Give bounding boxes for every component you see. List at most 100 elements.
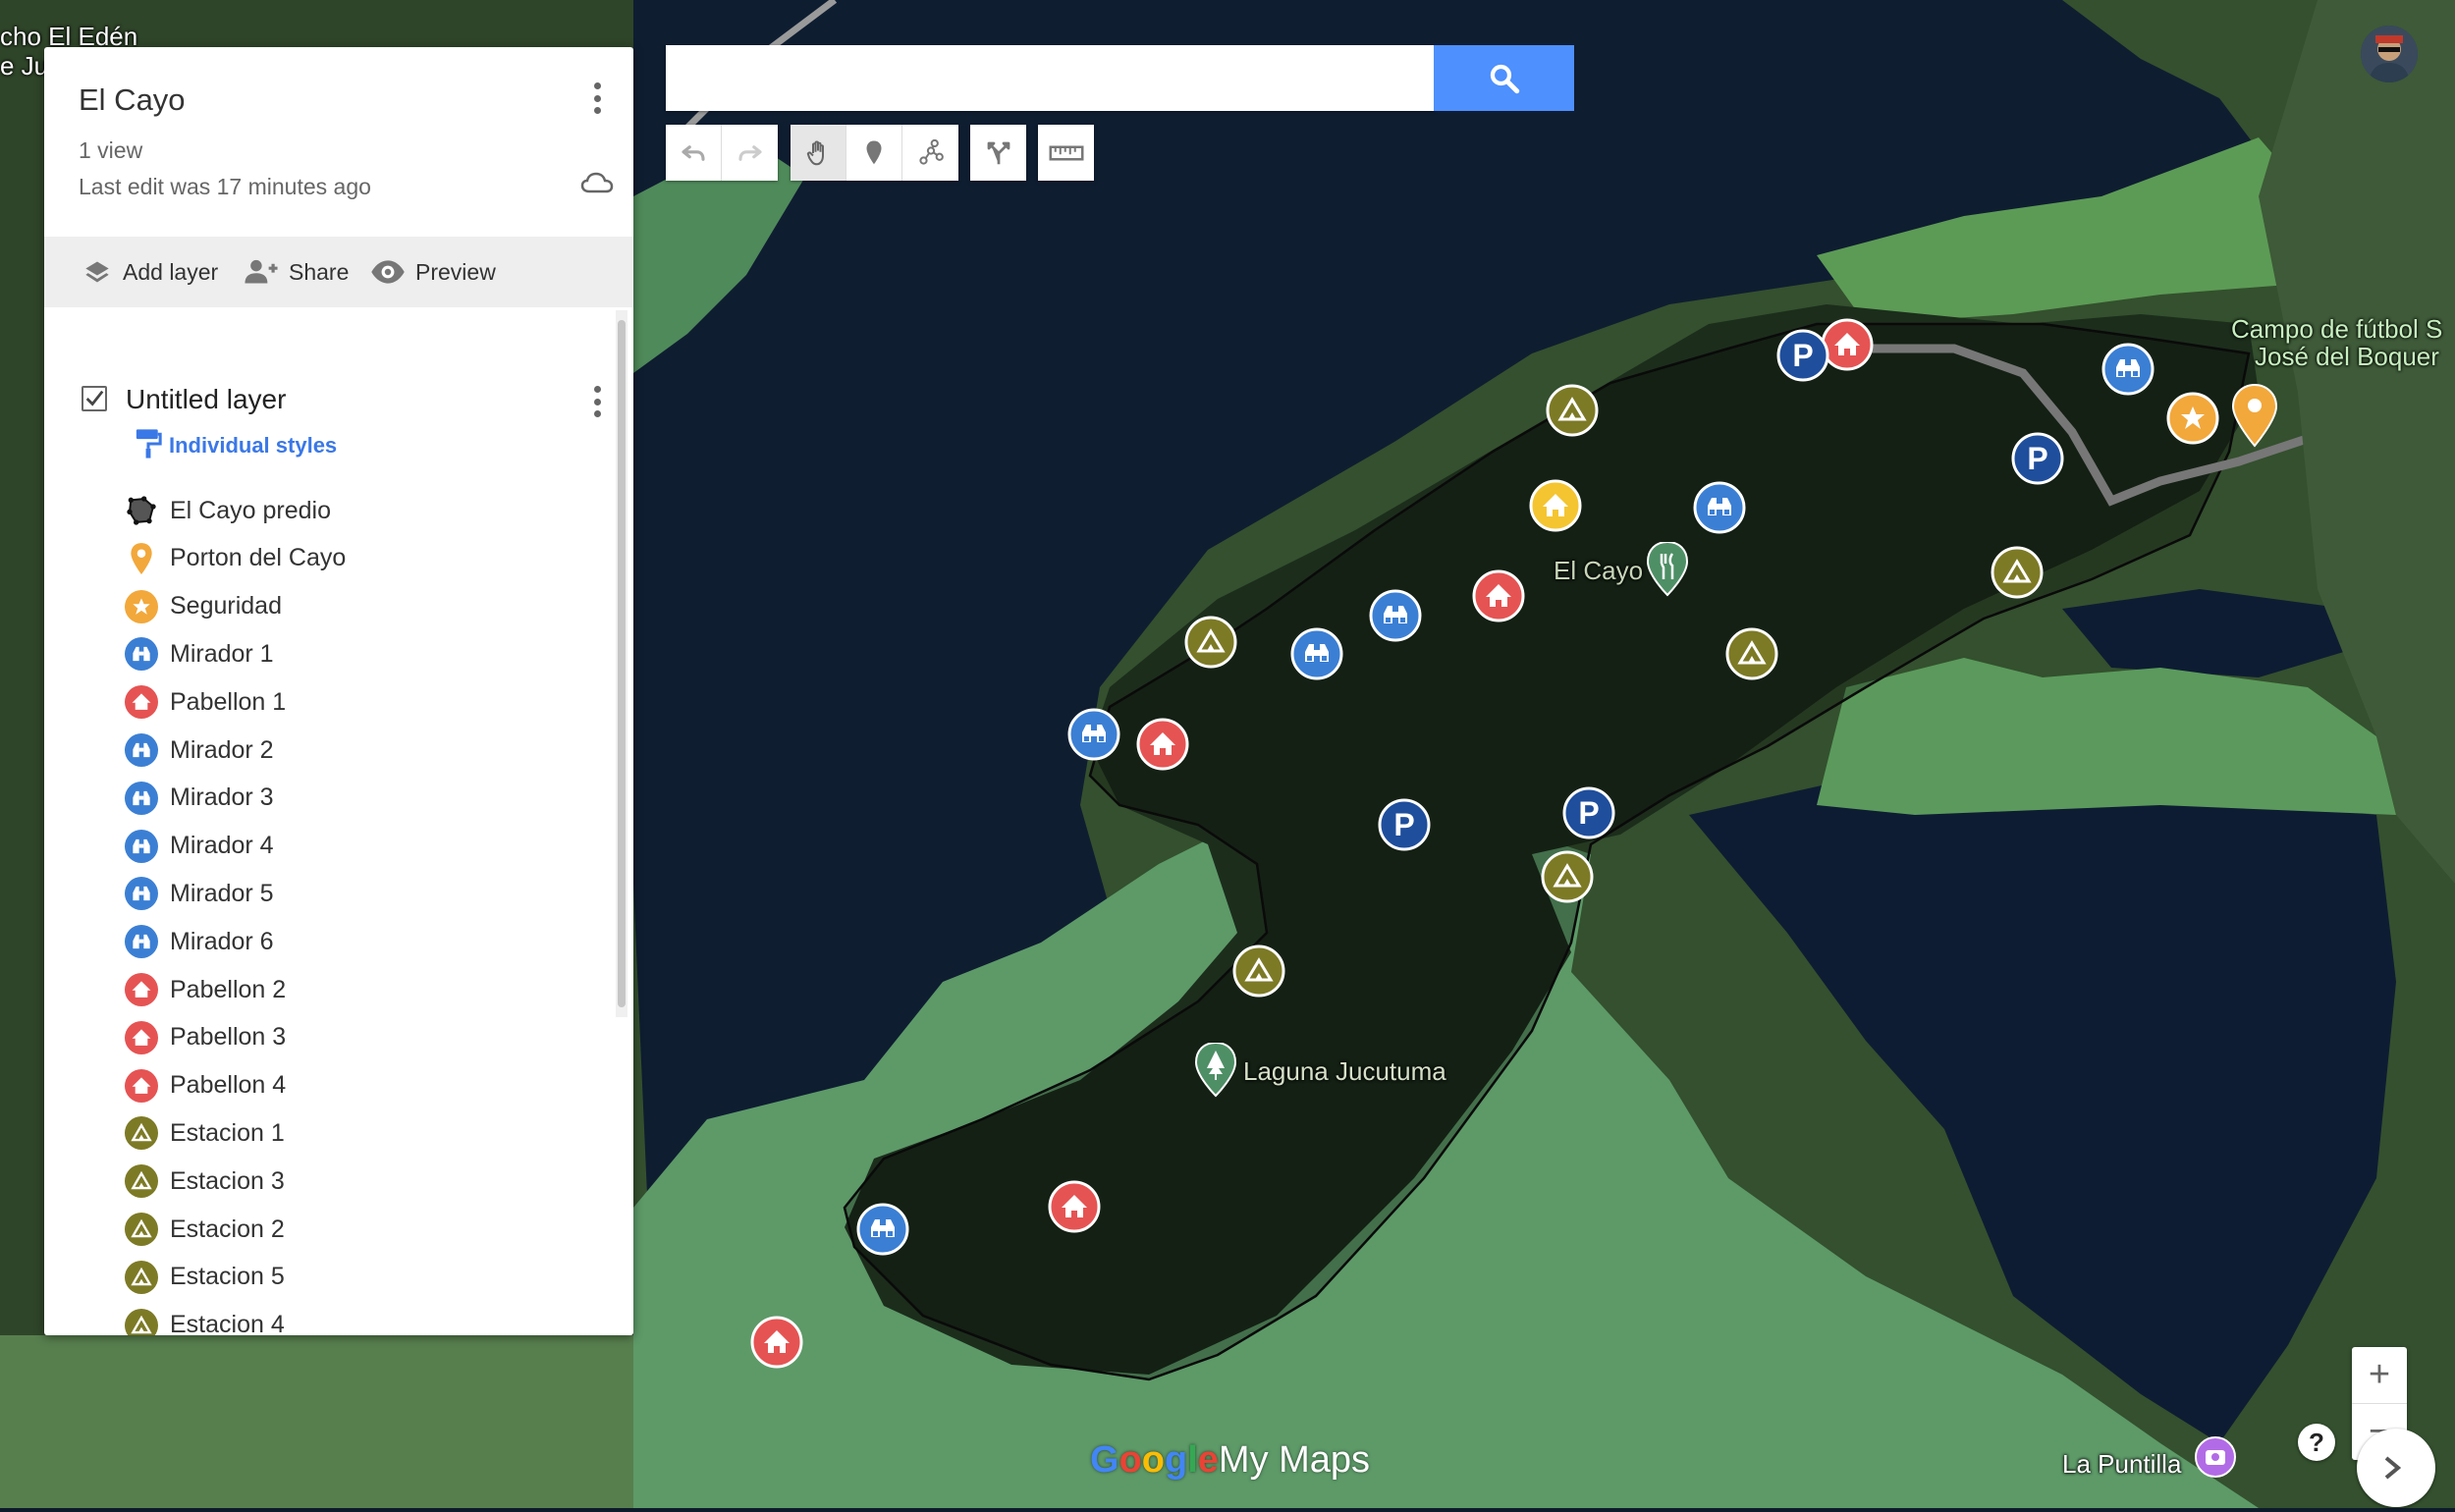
marker-pabellon-2[interactable] xyxy=(1472,569,1525,622)
layer-item[interactable]: Pabellon 2 xyxy=(125,970,286,1009)
marker-porton-del-cayo[interactable] xyxy=(2231,383,2278,448)
eye-icon xyxy=(371,260,405,284)
binoculars-icon xyxy=(125,925,158,959)
redo-button[interactable] xyxy=(722,125,778,181)
layer-item[interactable]: Mirador 1 xyxy=(125,634,274,674)
pin-icon xyxy=(125,542,158,575)
select-hand-tool[interactable] xyxy=(791,125,846,181)
layer-item-label: Mirador 5 xyxy=(170,879,274,907)
logo-letter: o xyxy=(1118,1439,1142,1481)
avatar-image-icon xyxy=(2361,26,2418,82)
individual-styles-label: Individual styles xyxy=(169,433,338,458)
layer-item[interactable]: Pabellon 1 xyxy=(125,682,286,722)
compass-button[interactable] xyxy=(2357,1429,2435,1507)
add-marker-tool[interactable] xyxy=(846,125,902,181)
preview-button[interactable]: Preview xyxy=(370,237,496,307)
marker-estacion-1[interactable] xyxy=(1546,384,1599,437)
layer-item[interactable]: Porton del Cayo xyxy=(125,539,346,578)
marker-pabellon-3[interactable] xyxy=(1136,718,1189,771)
binoculars-icon xyxy=(125,733,158,767)
add-person-icon xyxy=(245,259,278,284)
marker-parking-2[interactable]: P xyxy=(2011,432,2064,485)
layer-title[interactable]: Untitled layer xyxy=(126,384,286,415)
layer-item[interactable]: Seguridad xyxy=(125,587,282,626)
chevron-icon xyxy=(2384,1456,2402,1480)
panel-scrollbar-thumb[interactable] xyxy=(618,320,626,1007)
layer-item[interactable]: Pabellon 3 xyxy=(125,1018,286,1057)
add-layer-button[interactable]: Add layer xyxy=(82,237,218,307)
marker-pabellon-1[interactable] xyxy=(1821,318,1874,371)
layer-item[interactable]: Mirador 6 xyxy=(125,922,274,961)
search-input[interactable] xyxy=(666,45,1435,111)
share-button[interactable]: Share xyxy=(244,237,349,307)
add-directions-tool[interactable] xyxy=(970,125,1026,181)
layer-item-label: Pabellon 1 xyxy=(170,687,287,716)
marker-mirador-1[interactable] xyxy=(2101,343,2155,396)
marker-estacion-4[interactable] xyxy=(1725,627,1778,680)
marker-mirador-5[interactable] xyxy=(1067,708,1120,761)
layer-item[interactable]: Pabellon 4 xyxy=(125,1066,286,1106)
account-avatar[interactable] xyxy=(2361,26,2418,82)
measure-distance-tool[interactable] xyxy=(1038,125,1094,181)
google-my-maps-logo: GoogleMy Maps xyxy=(1090,1439,1370,1482)
undo-button[interactable] xyxy=(666,125,722,181)
layer-options-menu-button[interactable] xyxy=(587,382,607,421)
marker-mirador-3[interactable] xyxy=(1369,589,1422,642)
marker-estacion-2[interactable] xyxy=(1991,546,2044,599)
search-button[interactable] xyxy=(1434,45,1574,111)
svg-text:P: P xyxy=(1792,338,1813,373)
marker-parking-4[interactable]: P xyxy=(1562,786,1615,839)
undo-redo-group xyxy=(666,125,778,181)
marker-mirador-2[interactable] xyxy=(1693,481,1746,534)
map-title[interactable]: El Cayo xyxy=(79,82,186,118)
add-layer-label: Add layer xyxy=(123,258,219,285)
redo-icon xyxy=(737,144,762,161)
logo-letter: o xyxy=(1141,1439,1165,1481)
marker-parking-3[interactable]: P xyxy=(1378,798,1431,851)
layer-item[interactable]: Estacion 3 xyxy=(125,1161,285,1201)
layer-item[interactable]: Mirador 4 xyxy=(125,827,274,866)
view-count: 1 view xyxy=(79,137,143,163)
kebab-dot-icon xyxy=(593,410,601,417)
layer-item[interactable]: Mirador 3 xyxy=(125,779,274,818)
marker-parking-1[interactable]: P xyxy=(1776,329,1829,382)
layers-icon xyxy=(85,261,109,283)
marker-seguridad[interactable] xyxy=(2166,392,2219,445)
layer-item-label: Pabellon 3 xyxy=(170,1023,287,1052)
search-icon xyxy=(1490,64,1519,93)
marker-mirador-4[interactable] xyxy=(1290,627,1343,680)
draw-line-tool[interactable] xyxy=(902,125,958,181)
layer-item[interactable]: Mirador 5 xyxy=(125,874,274,913)
layer-item-label: Estacion 2 xyxy=(170,1215,285,1243)
kebab-dot-icon xyxy=(593,398,601,405)
home-icon xyxy=(125,685,158,720)
marker-estacion-6[interactable] xyxy=(1232,945,1285,998)
marker-pabellon-5[interactable] xyxy=(750,1316,803,1369)
layer-item[interactable]: Mirador 2 xyxy=(125,730,274,770)
help-button[interactable]: ? xyxy=(2298,1424,2335,1461)
layer-item[interactable]: Estacion 5 xyxy=(125,1258,285,1297)
star-icon xyxy=(125,589,158,623)
svg-text:P: P xyxy=(2027,441,2047,476)
home-icon xyxy=(125,1020,158,1054)
zoom-in-button[interactable]: + xyxy=(2352,1347,2407,1404)
marker-estacion-3[interactable] xyxy=(1184,616,1237,669)
map-options-menu-button[interactable] xyxy=(587,79,607,118)
camping-icon xyxy=(125,1116,158,1151)
layer-item[interactable]: El Cayo predio xyxy=(125,491,331,530)
layer-visibility-checkbox[interactable] xyxy=(82,386,107,411)
individual-styles-link[interactable]: Individual styles xyxy=(136,429,338,459)
marker-pabellon-4[interactable] xyxy=(1048,1180,1101,1233)
draw-line-icon xyxy=(918,138,944,165)
kebab-dot-icon xyxy=(593,386,601,393)
layer-item[interactable]: Estacion 2 xyxy=(125,1210,285,1249)
layer-item[interactable]: Estacion 1 xyxy=(125,1113,285,1153)
hand-icon xyxy=(806,139,824,165)
marker-refugio[interactable] xyxy=(1529,479,1582,532)
directions-icon xyxy=(987,141,1009,164)
marker-mirador-6[interactable] xyxy=(856,1203,909,1256)
paint-roller-icon xyxy=(136,429,162,459)
layer-item[interactable]: Estacion 4 xyxy=(125,1306,285,1335)
marker-estacion-5[interactable] xyxy=(1541,850,1594,903)
share-label: Share xyxy=(289,258,350,285)
